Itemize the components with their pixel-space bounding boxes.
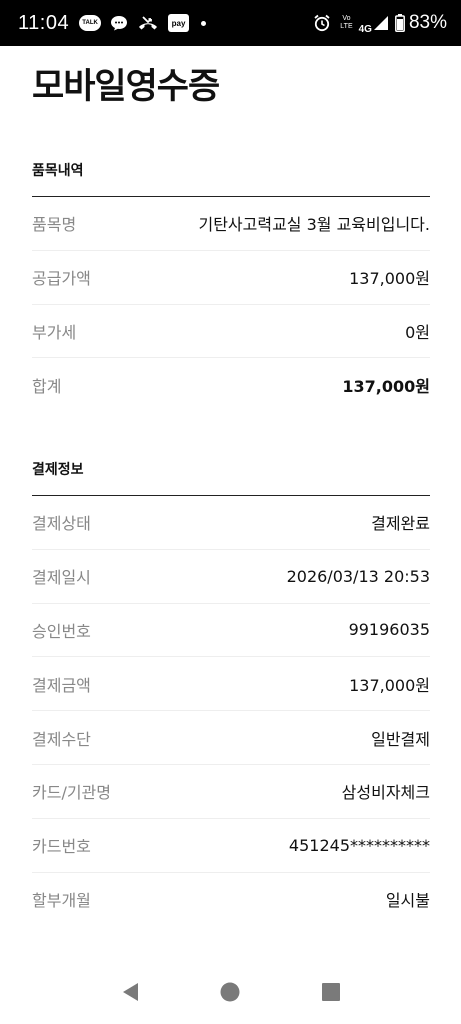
row-value: 0원 [405, 322, 430, 342]
row-value: 일시불 [385, 891, 430, 911]
recents-icon[interactable] [311, 972, 351, 1012]
payment-method-row: 결제수단 일반결제 [32, 711, 430, 765]
row-label: 부가세 [32, 322, 77, 342]
payment-amount-row: 결제금액 137,000원 [32, 657, 430, 712]
row-label: 카드/기관명 [32, 783, 111, 803]
message-icon [110, 15, 128, 31]
alarm-icon [313, 14, 331, 32]
battery-percent: 83% [408, 12, 447, 33]
notification-dot-icon [201, 20, 207, 26]
row-label: 승인번호 [32, 621, 91, 641]
row-value: 137,000원 [349, 269, 430, 289]
navigation-bar [0, 960, 461, 1024]
home-icon[interactable] [210, 972, 250, 1012]
row-value: 기탄사고력교실 3월 교육비입니다. [198, 215, 430, 235]
row-label: 할부개월 [32, 891, 91, 911]
back-icon[interactable] [110, 972, 150, 1012]
total-row: 합계 137,000원 [32, 358, 430, 412]
card-issuer-row: 카드/기관명 삼성비자체크 [32, 765, 430, 819]
supply-amount-row: 공급가액 137,000원 [32, 251, 430, 305]
row-label: 결제상태 [32, 514, 91, 534]
row-value: 삼성비자체크 [341, 783, 430, 803]
row-value: 99196035 [348, 620, 430, 640]
row-value: 결제완료 [371, 514, 430, 534]
item-name-row: 품목명 기탄사고력교실 3월 교육비입니다. [32, 197, 430, 251]
battery-icon [395, 14, 405, 32]
status-time: 11:04 [18, 11, 70, 34]
page-title: 모바일영수증 [32, 67, 220, 107]
row-label: 합계 [32, 377, 62, 397]
installment-row: 할부개월 일시불 [32, 873, 430, 927]
row-value: 2026/03/13 20:53 [286, 566, 430, 586]
missed-call-icon [137, 15, 159, 31]
row-value: 451245********** [288, 835, 430, 855]
row-label: 품목명 [32, 215, 77, 235]
volte-indicator: Vo LTE [340, 15, 353, 30]
items-section-title: 품목내역 [32, 163, 84, 179]
row-label: 공급가액 [32, 269, 91, 289]
row-label: 결제수단 [32, 729, 91, 749]
payment-list: 결제상태 결제완료 결제일시 2026/03/13 20:53 승인번호 991… [32, 496, 430, 926]
status-bar: 11:04 TALK pay Vo LTE 4G 83% [0, 0, 461, 46]
network-type: 4G [358, 23, 372, 35]
payment-datetime-row: 결제일시 2026/03/13 20:53 [32, 550, 430, 604]
vat-row: 부가세 0원 [32, 305, 430, 359]
approval-number-row: 승인번호 99196035 [32, 604, 430, 658]
signal-icon [373, 15, 389, 31]
row-label: 결제금액 [32, 675, 91, 695]
row-label: 카드번호 [32, 837, 91, 857]
row-label: 결제일시 [32, 568, 91, 588]
items-list: 품목명 기탄사고력교실 3월 교육비입니다. 공급가액 137,000원 부가세… [32, 197, 430, 412]
pay-icon: pay [168, 14, 190, 32]
payment-section-title: 결제정보 [32, 462, 84, 478]
total-value: 137,000원 [342, 377, 430, 397]
row-value: 137,000원 [349, 675, 430, 695]
row-value: 일반결제 [371, 729, 430, 749]
payment-status-row: 결제상태 결제완료 [32, 496, 430, 550]
card-number-row: 카드번호 451245********** [32, 819, 430, 873]
kakaotalk-icon: TALK [79, 15, 102, 31]
